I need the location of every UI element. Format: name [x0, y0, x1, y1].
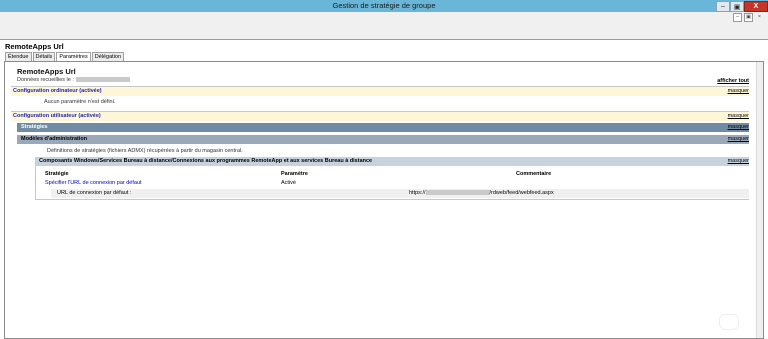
- panel-title: RemoteApps Url: [5, 42, 64, 51]
- redacted-host: [425, 190, 490, 196]
- connection-url-label: URL de connexion par défaut :: [57, 190, 132, 196]
- strategies-header[interactable]: Stratégies masquer: [17, 123, 749, 132]
- col-header-comment: Commentaire: [516, 171, 552, 177]
- redacted-date: [75, 77, 130, 83]
- window-title: Gestion de stratégie de groupe: [332, 1, 436, 10]
- col-header-setting: Paramètre: [281, 171, 308, 177]
- component-header[interactable]: Composants Windows/Services Bureau à dis…: [35, 157, 749, 166]
- vertical-scrollbar[interactable]: [756, 62, 763, 338]
- maximize-button[interactable]: ▣: [730, 1, 744, 12]
- strategies-label: Stratégies: [21, 124, 48, 130]
- table-left-border: [35, 165, 36, 199]
- window-titlebar: Gestion de stratégie de groupe – ▣ X: [0, 0, 768, 12]
- admin-templates-header[interactable]: Modèles d'administration masquer: [17, 135, 749, 144]
- show-all-link[interactable]: afficher tout: [717, 78, 749, 84]
- user-config-label: Configuration utilisateur (activée): [13, 113, 101, 119]
- user-config-hide-link[interactable]: masquer: [728, 112, 749, 121]
- settings-report-frame: RemoteApps Url Données recueillies le : …: [4, 61, 764, 339]
- collected-date: Données recueillies le :: [17, 77, 130, 83]
- computer-config-header[interactable]: Configuration ordinateur (activée) masqu…: [11, 86, 749, 96]
- component-hide-link[interactable]: masquer: [728, 157, 749, 166]
- admin-templates-label: Modèles d'administration: [21, 136, 88, 142]
- computer-config-label: Configuration ordinateur (activée): [13, 88, 102, 94]
- watermark-logo: [719, 314, 739, 330]
- policy-link[interactable]: Spécifier l'URL de connexion par défaut: [45, 180, 142, 186]
- connection-url: https:// /rdweb/feed/webfeed.aspx: [409, 189, 554, 198]
- url-suffix: /rdweb/feed/webfeed.aspx: [489, 190, 554, 196]
- user-config-header[interactable]: Configuration utilisateur (activée) masq…: [11, 111, 749, 121]
- policy-detail-row: URL de connexion par défaut : https:// /r…: [51, 189, 749, 198]
- inner-restore-button[interactable]: ▣: [744, 13, 753, 22]
- computer-config-hide-link[interactable]: masquer: [728, 87, 749, 96]
- close-button[interactable]: X: [744, 1, 768, 12]
- component-label: Composants Windows/Services Bureau à dis…: [39, 158, 373, 164]
- url-prefix: https://: [409, 190, 426, 196]
- report-title: RemoteApps Url: [17, 67, 76, 76]
- policy-value: Activé: [281, 180, 296, 186]
- inner-window-controls: – ▣ ×: [733, 13, 764, 22]
- toolbar-area: [0, 23, 768, 40]
- inner-minimize-button[interactable]: –: [733, 13, 742, 22]
- strategies-hide-link[interactable]: masquer: [728, 123, 749, 132]
- menu-bar: – ▣ ×: [0, 12, 768, 23]
- table-bottom-border: [35, 199, 749, 200]
- minimize-button[interactable]: –: [716, 1, 730, 12]
- admx-description: Définitions de stratégies (fichiers ADMX…: [47, 148, 243, 154]
- col-header-strategy: Stratégie: [45, 171, 69, 177]
- collected-label: Données recueillies le :: [17, 77, 74, 83]
- no-settings-text: Aucun paramètre n'est défini.: [44, 99, 116, 105]
- admin-templates-hide-link[interactable]: masquer: [728, 135, 749, 144]
- inner-close-button[interactable]: ×: [755, 13, 764, 22]
